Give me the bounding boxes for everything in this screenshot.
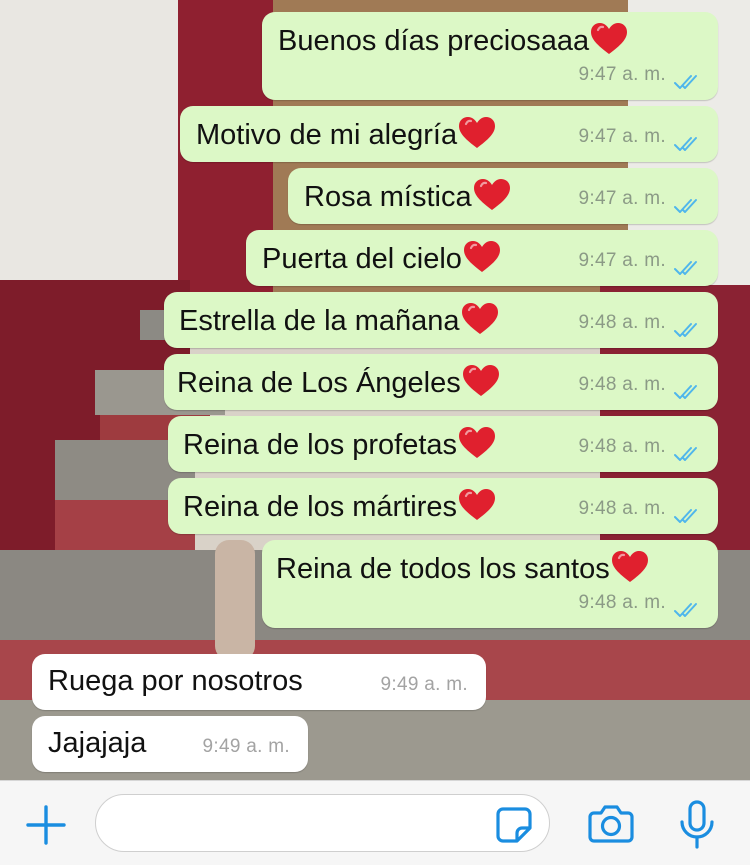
double-check-read-icon [674, 439, 702, 461]
heart-emoji-icon [473, 178, 511, 212]
message-bubble-outgoing[interactable]: Reina de todos los santos 9:48 a. m. [262, 540, 718, 628]
message-text: Reina de todos los santos [276, 553, 610, 585]
message-bubble-outgoing[interactable]: Reina de Los Ángeles 9:48 a. m. [164, 354, 718, 410]
message-bubble-outgoing[interactable]: Puerta del cielo 9:47 a. m. [246, 230, 718, 286]
heart-emoji-icon [463, 240, 501, 274]
message-text: Buenos días preciosaaa [278, 25, 590, 57]
message-text: Estrella de la mañana [179, 305, 460, 337]
attach-button[interactable] [22, 801, 70, 849]
message-bubble-incoming[interactable]: Ruega por nosotros 9:49 a. m. [32, 654, 486, 710]
message-list[interactable]: Buenos días preciosaaa 9:47 a. m. Motivo… [0, 0, 750, 780]
message-time: 9:47 a. m. [578, 188, 666, 209]
message-bubble-outgoing[interactable]: Reina de los mártires 9:48 a. m. [168, 478, 718, 534]
message-time: 9:48 a. m. [578, 498, 666, 519]
message-text: Rosa mística [304, 181, 472, 213]
heart-emoji-icon [458, 488, 496, 522]
heart-emoji-icon [458, 116, 496, 150]
message-text: Jajajaja [48, 727, 147, 759]
double-check-read-icon [674, 129, 702, 151]
camera-icon [588, 805, 634, 843]
message-text: Puerta del cielo [262, 243, 462, 275]
message-text: Motivo de mi alegría [196, 119, 458, 151]
message-bubble-incoming[interactable]: Jajajaja 9:49 a. m. [32, 716, 308, 772]
message-bubble-outgoing[interactable]: Reina de los profetas 9:48 a. m. [168, 416, 718, 472]
message-bubble-outgoing[interactable]: Rosa mística 9:47 a. m. [288, 168, 718, 224]
message-time: 9:47 a. m. [578, 126, 666, 147]
heart-emoji-icon [611, 550, 649, 584]
microphone-icon [680, 800, 714, 849]
message-time: 9:47 a. m. [578, 250, 666, 271]
plus-icon [26, 805, 66, 845]
message-time: 9:48 a. m. [578, 592, 666, 613]
message-input-bar [0, 780, 750, 865]
camera-button[interactable] [587, 803, 635, 845]
sticker-icon [496, 807, 532, 843]
double-check-read-icon [674, 315, 702, 337]
message-time: 9:48 a. m. [578, 312, 666, 333]
message-time: 9:48 a. m. [578, 374, 666, 395]
double-check-read-icon [674, 253, 702, 275]
message-time: 9:47 a. m. [578, 64, 666, 85]
message-text: Reina de los profetas [183, 429, 458, 461]
heart-emoji-icon [458, 426, 496, 460]
sticker-button[interactable] [494, 805, 534, 845]
heart-emoji-icon [590, 22, 628, 56]
double-check-read-icon [674, 67, 702, 89]
message-time: 9:49 a. m. [380, 674, 468, 695]
message-text: Reina de Los Ángeles [177, 367, 461, 399]
message-time: 9:48 a. m. [578, 436, 666, 457]
message-time: 9:49 a. m. [202, 736, 290, 757]
message-text: Reina de los mártires [183, 491, 457, 523]
double-check-read-icon [674, 377, 702, 399]
double-check-read-icon [674, 501, 702, 523]
message-text: Ruega por nosotros [48, 665, 303, 697]
message-bubble-outgoing[interactable]: Estrella de la mañana 9:48 a. m. [164, 292, 718, 348]
voice-message-button[interactable] [677, 799, 717, 851]
heart-emoji-icon [462, 364, 500, 398]
message-bubble-outgoing[interactable]: Motivo de mi alegría 9:47 a. m. [180, 106, 718, 162]
heart-emoji-icon [461, 302, 499, 336]
message-input[interactable] [95, 794, 550, 852]
double-check-read-icon [674, 595, 702, 617]
message-bubble-outgoing[interactable]: Buenos días preciosaaa 9:47 a. m. [262, 12, 718, 100]
double-check-read-icon [674, 191, 702, 213]
